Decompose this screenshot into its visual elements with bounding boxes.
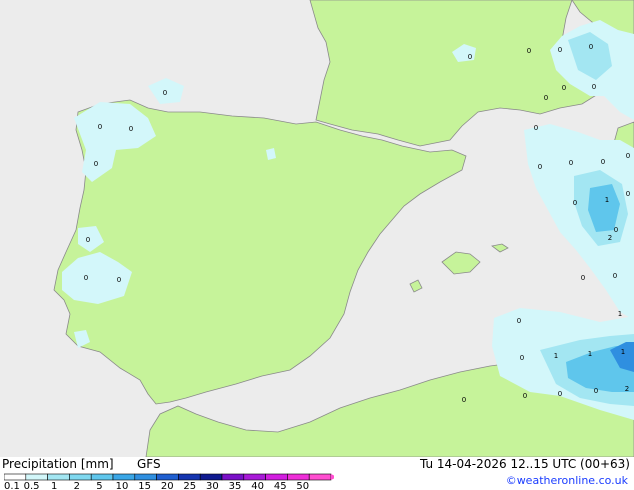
scale-label: 5 (96, 481, 102, 490)
marker-value: 0 (569, 159, 573, 167)
scale-swatch (243, 473, 266, 481)
marker-value: 0 (601, 158, 605, 166)
scale-swatch (25, 473, 48, 481)
marker-value: 0 (163, 89, 167, 97)
marker-value: 0 (86, 236, 90, 244)
marker-value: 0 (517, 317, 521, 325)
marker-value: 2 (608, 234, 612, 242)
marker-value: 0 (98, 123, 102, 131)
legend-footer: Precipitation [mm] GFS Tu 14-04-2026 12.… (0, 457, 634, 490)
marker-value: 0 (129, 125, 133, 133)
timestamp: Tu 14-04-2026 12..15 UTC (00+63) (419, 457, 630, 471)
marker-value: 0 (626, 152, 630, 160)
marker-value: 0 (613, 272, 617, 280)
scale-swatch (134, 473, 157, 481)
scale-swatch (112, 473, 136, 481)
scale-swatch (265, 473, 288, 481)
marker-value: 1 (605, 196, 609, 204)
marker-value: 0 (558, 390, 562, 398)
scale-label: 25 (183, 481, 196, 490)
credit-link[interactable]: ©weatheronline.co.uk (506, 474, 628, 487)
model-name: GFS (137, 457, 161, 471)
scale-swatch (178, 473, 201, 481)
scale-swatch (221, 473, 245, 481)
color-scale: 0.1 0.5 1 2 5 10 15 20 25 30 35 40 45 50 (4, 473, 334, 490)
marker-value: 0 (84, 274, 88, 282)
scale-label: 0.5 (24, 481, 40, 490)
scale-label: 2 (74, 481, 80, 490)
marker-value: 0 (538, 163, 542, 171)
scale-swatch (287, 473, 310, 481)
marker-value: 0 (534, 124, 538, 132)
precipitation-map: 0 0 0 0 0 0 0 0 0 0 0 0 0 0 0 0 0 0 0 0 … (0, 0, 634, 457)
marker-value: 1 (621, 348, 625, 356)
marker-value: 0 (544, 94, 548, 102)
scale-label: 1 (51, 481, 57, 490)
marker-value: 0 (562, 84, 566, 92)
marker-value: 0 (626, 190, 630, 198)
scale-label: 40 (251, 481, 264, 490)
marker-value: 0 (589, 43, 593, 51)
marker-value: 1 (588, 350, 592, 358)
marker-value: 0 (462, 396, 466, 404)
scale-label: 0.1 (4, 481, 20, 490)
scale-arrow (331, 474, 334, 480)
marker-value: 0 (520, 354, 524, 362)
scale-label: 50 (296, 481, 309, 490)
scale-swatch (308, 473, 332, 481)
scale-label: 45 (274, 481, 287, 490)
scale-label: 15 (138, 481, 151, 490)
map-title: Precipitation [mm] (2, 457, 114, 471)
scale-swatch (90, 473, 114, 481)
marker-value: 0 (581, 274, 585, 282)
marker-value: 0 (117, 276, 121, 284)
marker-value: 0 (523, 392, 527, 400)
scale-label: 10 (116, 481, 129, 490)
marker-value: 0 (592, 83, 596, 91)
scale-swatch (69, 473, 92, 481)
scale-swatch (4, 473, 27, 481)
marker-value: 2 (625, 385, 629, 393)
marker-value: 0 (594, 387, 598, 395)
marker-value: 0 (573, 199, 577, 207)
scale-swatch (47, 473, 70, 481)
marker-value: 0 (94, 160, 98, 168)
marker-value: 1 (554, 352, 558, 360)
scale-label: 35 (229, 481, 242, 490)
scale-label: 30 (206, 481, 219, 490)
marker-value: 0 (614, 226, 618, 234)
marker-value: 0 (558, 46, 562, 54)
scale-swatch (156, 473, 179, 481)
scale-label: 20 (161, 481, 174, 490)
marker-value: 0 (468, 53, 472, 61)
marker-value: 0 (527, 47, 531, 55)
scale-swatch (199, 473, 223, 481)
marker-value: 1 (618, 310, 622, 318)
